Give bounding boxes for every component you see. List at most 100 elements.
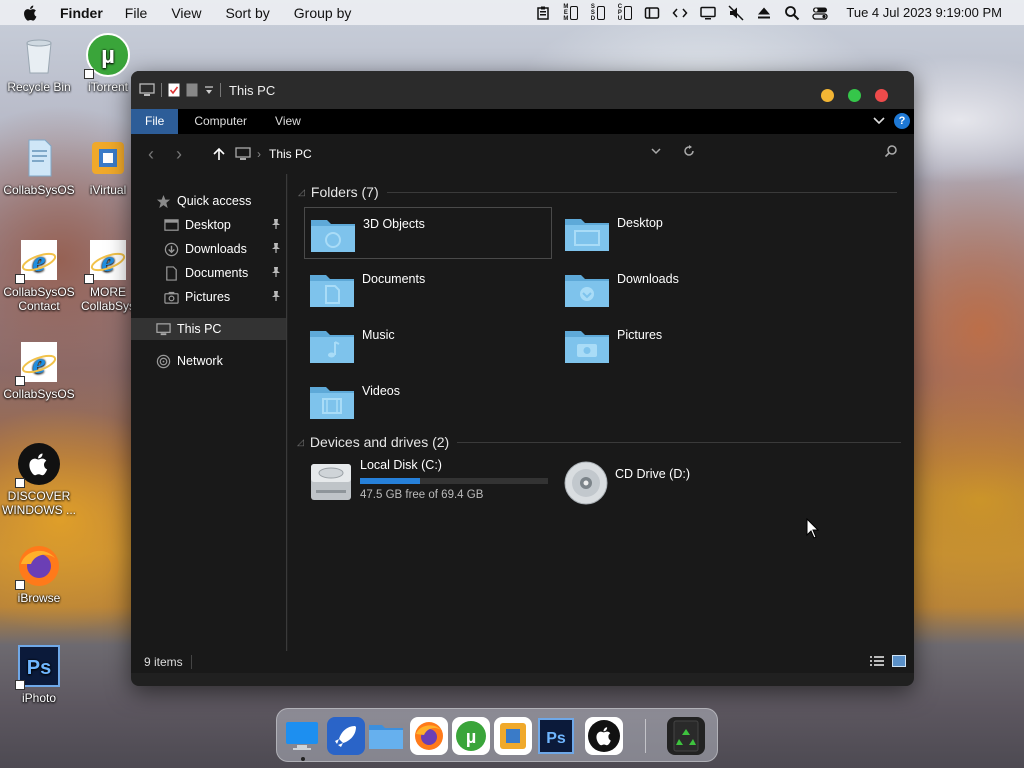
tab-computer[interactable]: Computer bbox=[178, 109, 261, 134]
mem-meter[interactable]: MEM bbox=[563, 4, 579, 22]
apple-menu-icon[interactable] bbox=[22, 4, 40, 22]
dock-trash[interactable] bbox=[667, 717, 705, 755]
forward-button[interactable]: › bbox=[169, 144, 189, 164]
folder-downloads[interactable]: Downloads bbox=[559, 263, 807, 315]
clipboard-icon[interactable] bbox=[535, 5, 551, 21]
dock-virtualbox[interactable] bbox=[494, 717, 532, 755]
monitor-icon[interactable] bbox=[700, 5, 717, 21]
computer-small-icon bbox=[235, 147, 251, 160]
desktop-icon-itorrent[interactable]: µ iTorrent bbox=[78, 33, 138, 94]
devices-heading: Devices and drives (2) bbox=[309, 434, 450, 450]
folder-documents[interactable]: Documents bbox=[304, 263, 552, 315]
close-button[interactable] bbox=[875, 89, 888, 102]
expand-ribbon-icon[interactable] bbox=[872, 114, 886, 128]
code-icon[interactable] bbox=[672, 5, 688, 21]
documents-folder-icon bbox=[308, 269, 356, 309]
documents-icon bbox=[163, 265, 179, 281]
sidebar-item-this-pc[interactable]: This PC bbox=[131, 318, 286, 340]
refresh-icon[interactable] bbox=[682, 144, 696, 158]
recycle-icon bbox=[673, 720, 699, 752]
pin-icon[interactable] bbox=[270, 266, 282, 278]
dock-apple[interactable] bbox=[585, 717, 623, 755]
menu-sort-by[interactable]: Sort by bbox=[225, 5, 269, 21]
pin-icon[interactable] bbox=[270, 242, 282, 254]
svg-text:Ps: Ps bbox=[27, 657, 51, 679]
sidebar-item-network[interactable]: Network bbox=[131, 350, 286, 372]
folder-music[interactable]: Music bbox=[304, 319, 552, 371]
pin-icon[interactable] bbox=[270, 290, 282, 302]
details-view-button[interactable] bbox=[870, 655, 884, 667]
menu-group-by[interactable]: Group by bbox=[294, 5, 352, 21]
mute-icon[interactable] bbox=[728, 4, 744, 21]
dock-finder[interactable] bbox=[283, 717, 321, 755]
sidebar-item-quick-access[interactable]: Quick access bbox=[131, 190, 286, 212]
folder-videos[interactable]: Videos bbox=[304, 375, 552, 427]
menu-file[interactable]: File bbox=[125, 5, 148, 21]
desktop-icon-collabsysos[interactable]: CollabSysOS bbox=[1, 136, 77, 197]
breadcrumb[interactable]: This PC bbox=[269, 147, 312, 161]
dock-firefox[interactable] bbox=[410, 717, 448, 755]
desktop-icon-recycle-bin[interactable]: Recycle Bin bbox=[1, 33, 77, 94]
dock-separator bbox=[645, 719, 646, 753]
chevron-down-icon[interactable] bbox=[650, 145, 662, 157]
desktop-icon-ivirtual[interactable]: iVirtual bbox=[80, 136, 136, 197]
desktop-icon-label: Recycle Bin bbox=[7, 80, 71, 94]
cpu-meter[interactable]: CPU bbox=[617, 4, 633, 22]
clock[interactable]: Tue 4 Jul 2023 9:19:00 PM bbox=[846, 5, 1002, 20]
desktop-icon-collabsysos-contact[interactable]: e CollabSysOS Contact bbox=[1, 238, 77, 313]
title-bar[interactable]: This PC bbox=[131, 71, 914, 109]
desktop-icon-iphoto[interactable]: Ps iPhoto bbox=[1, 644, 77, 705]
customize-toolbar-icon[interactable] bbox=[204, 85, 214, 95]
firefox-icon bbox=[415, 722, 443, 750]
properties-icon[interactable] bbox=[168, 83, 180, 97]
up-button[interactable] bbox=[209, 144, 229, 164]
desktop-icon-more-collabsys[interactable]: e MORE CollabSys bbox=[80, 238, 136, 313]
sidebar-item-desktop[interactable]: Desktop bbox=[131, 214, 286, 236]
ssd-meter[interactable]: SSD bbox=[590, 4, 606, 22]
dock-launchpad[interactable] bbox=[327, 717, 365, 755]
drive-local-disk-c[interactable]: Local Disk (C:) 47.5 GB free of 69.4 GB bbox=[308, 458, 548, 504]
control-center-icon[interactable] bbox=[812, 5, 829, 21]
large-icons-view-button[interactable] bbox=[892, 655, 906, 667]
minimize-button[interactable] bbox=[821, 89, 834, 102]
folder-desktop[interactable]: Desktop bbox=[559, 207, 807, 259]
zoom-button[interactable] bbox=[848, 89, 861, 102]
drive-cd-d[interactable]: CD Drive (D:) bbox=[563, 460, 690, 506]
menu-view[interactable]: View bbox=[171, 5, 201, 21]
dock-utorrent[interactable]: µ bbox=[452, 717, 490, 755]
window-controls bbox=[821, 89, 888, 102]
new-folder-icon[interactable] bbox=[186, 83, 198, 97]
desktop-icon-label: iBrowse bbox=[17, 591, 61, 605]
folder-3d-objects[interactable]: 3D Objects bbox=[304, 207, 552, 259]
internet-explorer-icon: e bbox=[84, 238, 130, 284]
tab-file[interactable]: File bbox=[131, 109, 179, 134]
folder-pictures[interactable]: Pictures bbox=[559, 319, 807, 371]
rocket-icon bbox=[335, 726, 356, 747]
address-bar-row: ‹ › › This PC bbox=[131, 134, 914, 174]
computer-small-icon bbox=[139, 83, 155, 96]
help-button[interactable]: ? bbox=[894, 113, 910, 129]
dock-photoshop[interactable]: Ps bbox=[537, 717, 575, 755]
desktop-icon-collabsysos-2[interactable]: e CollabSysOS bbox=[1, 340, 77, 401]
desktop-folder-icon bbox=[563, 213, 611, 253]
window-switch-icon[interactable] bbox=[644, 5, 660, 21]
dock-files[interactable] bbox=[367, 717, 405, 755]
pin-icon[interactable] bbox=[270, 218, 282, 230]
back-button[interactable]: ‹ bbox=[141, 144, 161, 164]
sidebar-item-pictures[interactable]: Pictures bbox=[131, 286, 286, 308]
recycle-bin-icon bbox=[17, 33, 61, 77]
desktop-icon-discover-windows[interactable]: DISCOVER WINDOWS ... bbox=[1, 442, 77, 517]
tab-view[interactable]: View bbox=[261, 109, 315, 134]
desktop-icon-ibrowse[interactable]: iBrowse bbox=[1, 544, 77, 605]
sidebar-item-documents[interactable]: Documents bbox=[131, 262, 286, 284]
sidebar-item-downloads[interactable]: Downloads bbox=[131, 238, 286, 260]
svg-text:Ps: Ps bbox=[546, 730, 566, 747]
videos-folder-icon bbox=[308, 381, 356, 421]
app-name[interactable]: Finder bbox=[60, 5, 103, 21]
devices-group-header[interactable]: ◿ Devices and drives (2) bbox=[297, 432, 902, 452]
search-icon[interactable] bbox=[784, 5, 800, 21]
svg-text:µ: µ bbox=[466, 727, 476, 747]
search-icon[interactable] bbox=[884, 144, 898, 158]
utorrent-icon: µ bbox=[456, 721, 486, 751]
eject-icon[interactable] bbox=[756, 5, 772, 21]
